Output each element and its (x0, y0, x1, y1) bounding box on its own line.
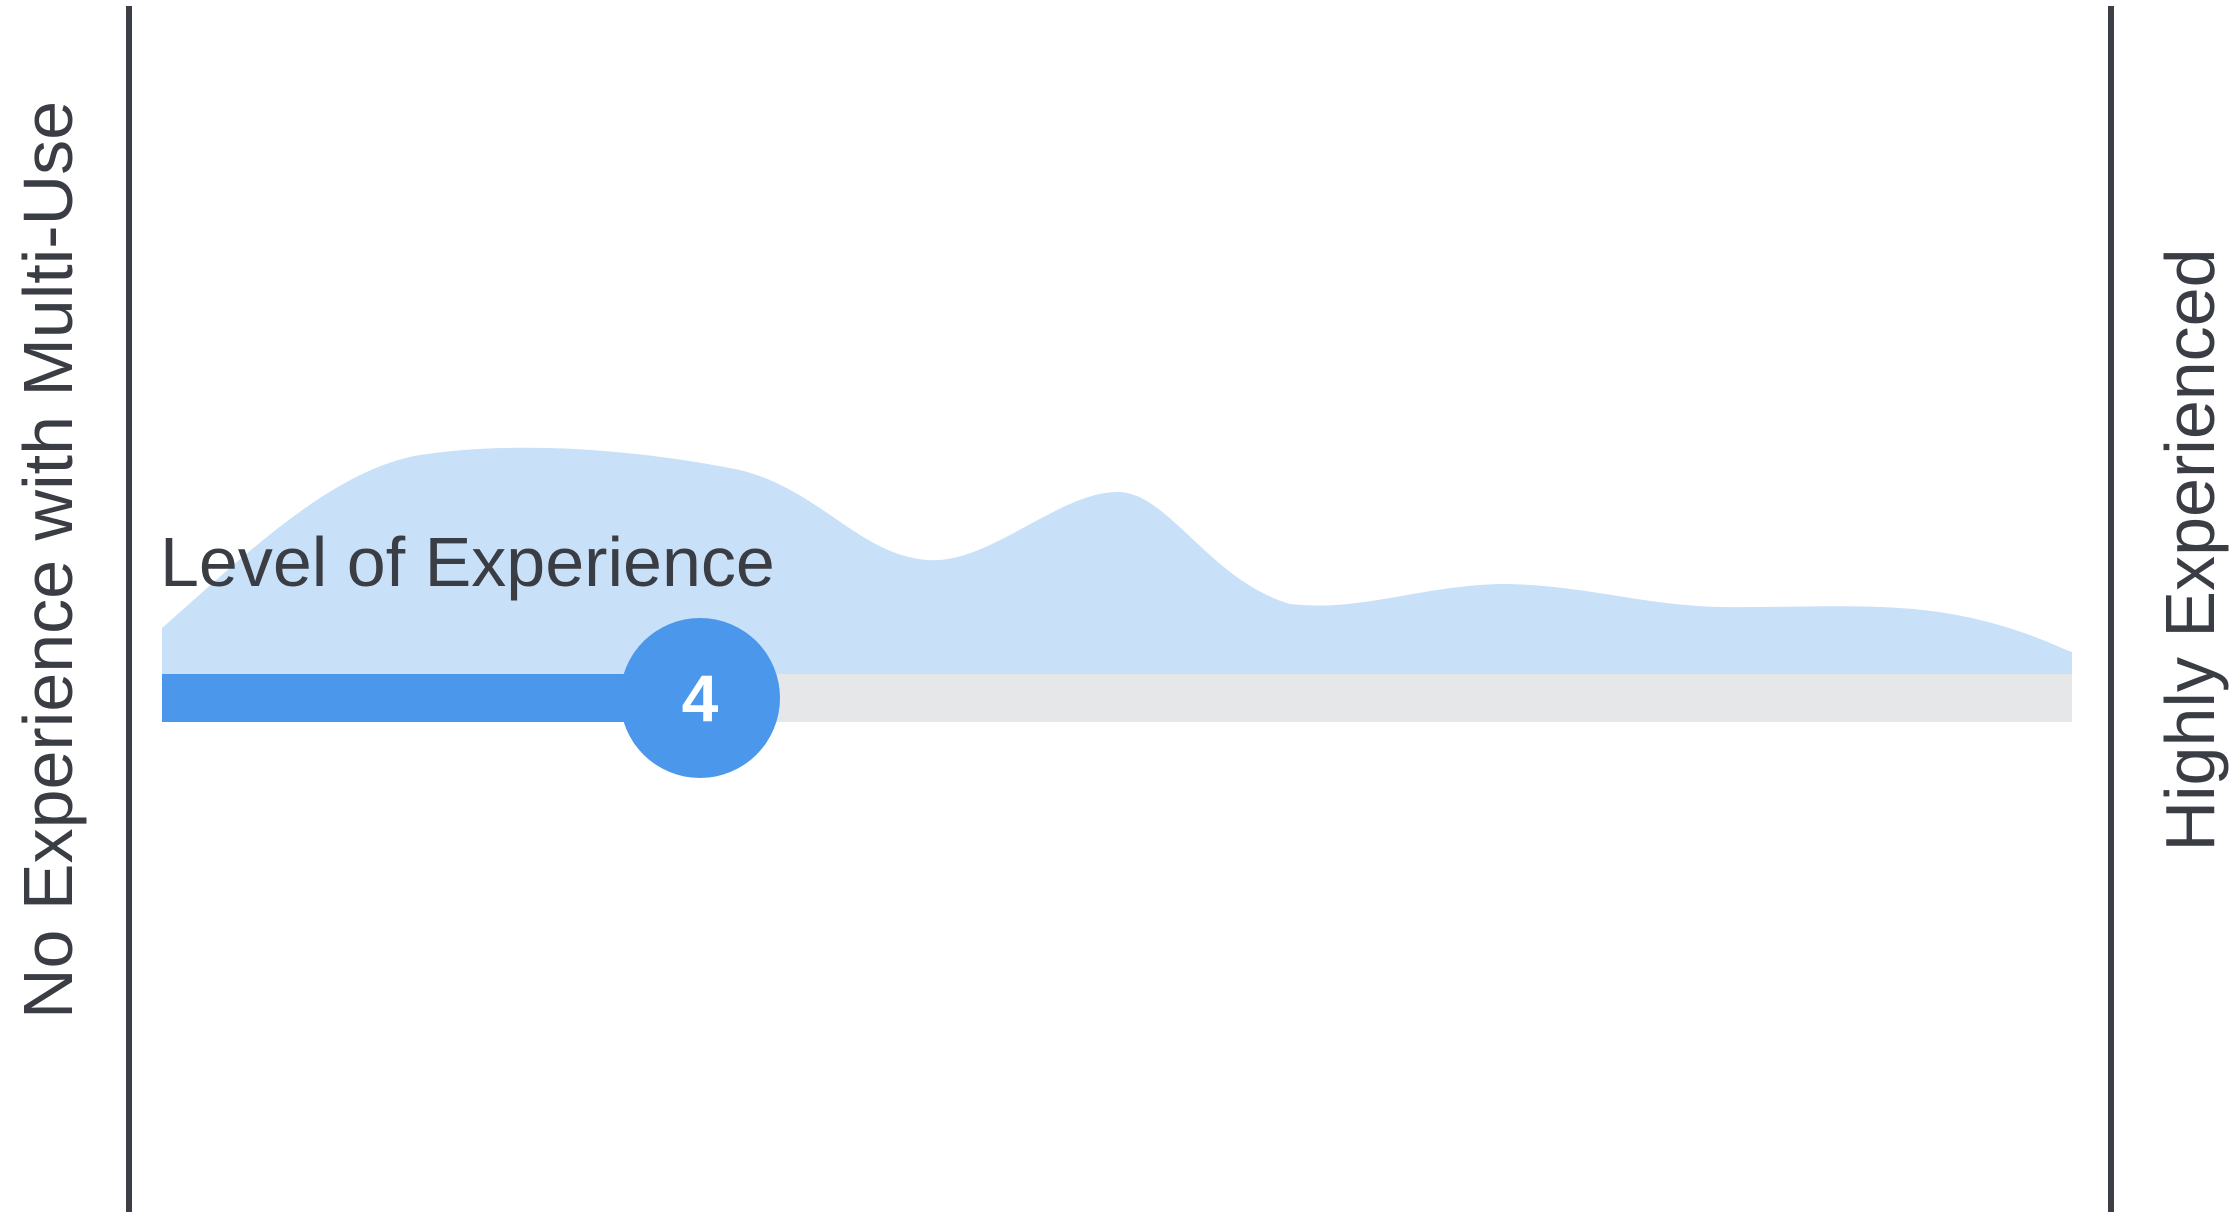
slider-track[interactable] (162, 674, 2072, 722)
slider-thumb[interactable]: 4 (620, 618, 780, 778)
slider-title: Level of Experience (160, 523, 775, 601)
slider-value: 4 (681, 661, 719, 735)
response-distribution (162, 447, 2072, 674)
experience-rating-panel: No Experience with Multi-Use Highly Expe… (0, 0, 2233, 1215)
